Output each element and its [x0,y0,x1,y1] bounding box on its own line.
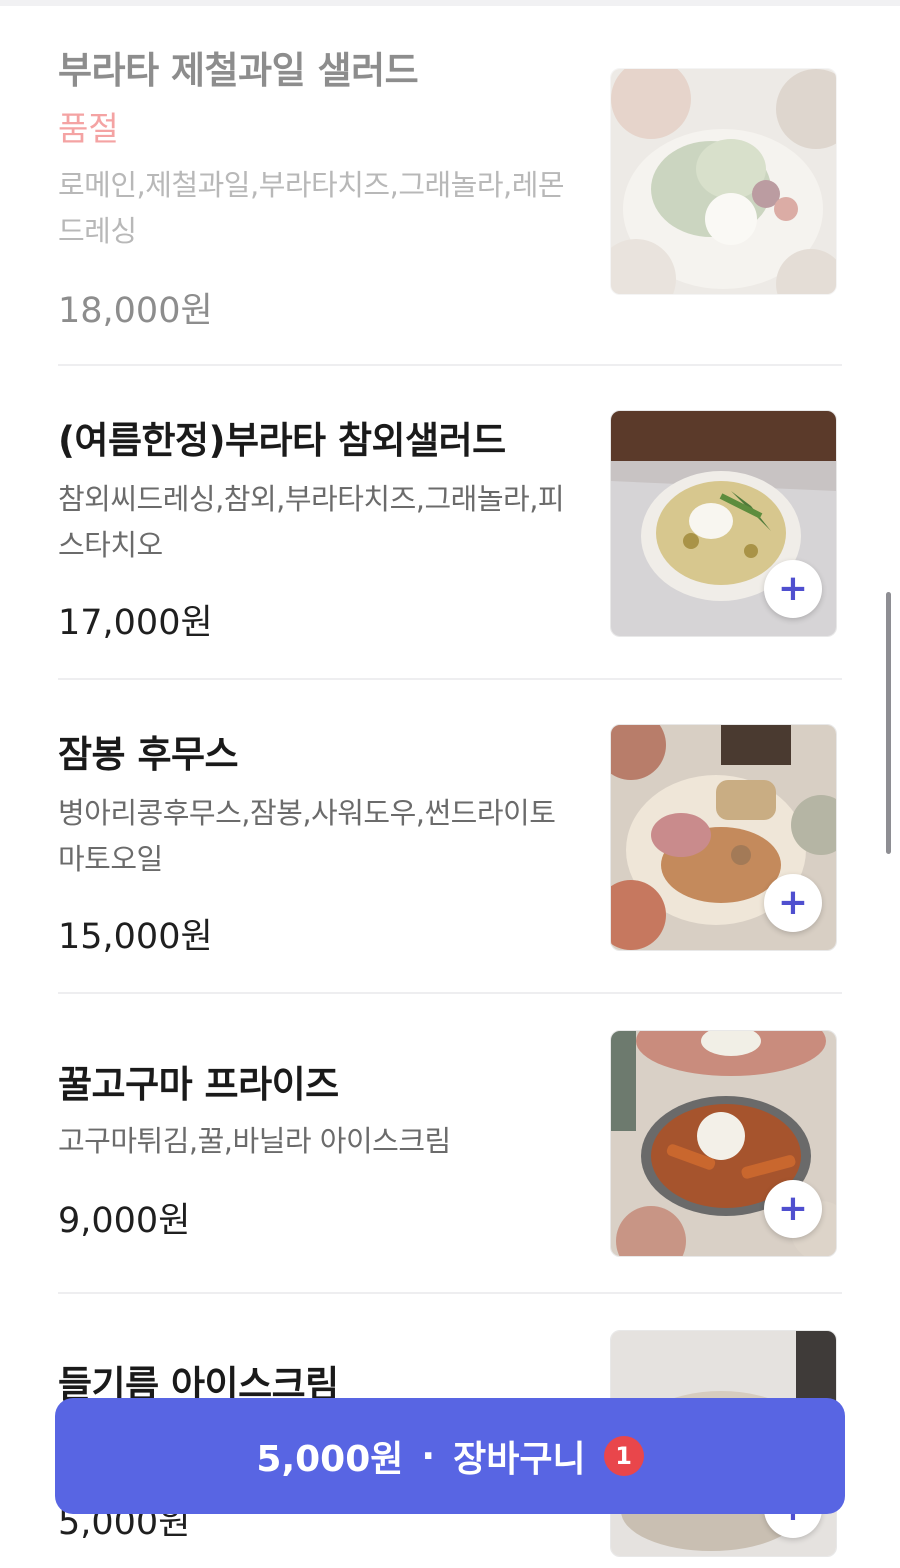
plus-icon: + [777,1188,809,1229]
menu-item[interactable]: (여름한정)부라타 참외샐러드 참외씨드레싱,참외,부라타치즈,그래놀라,피스타… [58,380,842,680]
menu-item-name: 잠봉 후무스 [58,733,239,776]
cart-label: 장바구니 [453,1439,586,1480]
menu-item-price: 15,000원 [58,917,213,957]
cart-count-badge: 1 [603,1436,644,1476]
item-divider [58,992,842,994]
menu-item-description: 참외씨드레싱,참외,부라타치즈,그래놀라,피스타치오 [58,482,565,562]
hummus-plate-photo: + [610,724,837,951]
melon-salad-photo: + [610,410,837,637]
menu-item-name: 꿀고구마 프라이즈 [58,1063,339,1106]
add-button[interactable]: + [764,1180,822,1238]
menu-item-price: 18,000원 [58,291,213,331]
menu-list: 부라타 제철과일 샐러드 품절 로메인,제철과일,부라타치즈,그래놀라,레몬드레… [0,0,900,1568]
menu-item-description: 병아리콩후무스,잠봉,사워도우,썬드라이토마토오일 [58,796,556,876]
cart-button[interactable]: 5,000원 · 장바구니 1 [55,1398,845,1514]
salad-photo [610,68,837,295]
menu-item-price: 17,000원 [58,603,213,643]
soldout-label: 품절 [58,109,119,148]
menu-item-name: 부라타 제철과일 샐러드 [58,49,419,92]
sweet-potato-fries-photo: + [610,1030,837,1257]
menu-item-description: 고구마튀김,꿀,바닐라 아이스크림 [58,1124,451,1158]
menu-item[interactable]: 꿀고구마 프라이즈 고구마튀김,꿀,바닐라 아이스크림 9,000원 + [58,1000,842,1300]
cart-total: 5,000원 [256,1439,404,1480]
scrollbar[interactable] [886,592,891,854]
item-divider [58,678,842,680]
menu-item[interactable]: 잠봉 후무스 병아리콩후무스,잠봉,사워도우,썬드라이토마토오일 15,000원… [58,694,842,994]
add-button[interactable]: + [764,874,822,932]
plus-icon: + [777,568,809,609]
plus-icon: + [777,882,809,923]
menu-item-description: 로메인,제철과일,부라타치즈,그래놀라,레몬드레싱 [58,168,565,248]
menu-item-name: (여름한정)부라타 참외샐러드 [58,419,506,462]
menu-item[interactable]: 부라타 제철과일 샐러드 품절 로메인,제철과일,부라타치즈,그래놀라,레몬드레… [58,0,842,370]
add-button[interactable]: + [764,560,822,618]
cart-separator: · [421,1435,436,1477]
item-divider [58,1292,842,1294]
item-divider [58,364,842,366]
menu-item-price: 9,000원 [58,1201,191,1241]
